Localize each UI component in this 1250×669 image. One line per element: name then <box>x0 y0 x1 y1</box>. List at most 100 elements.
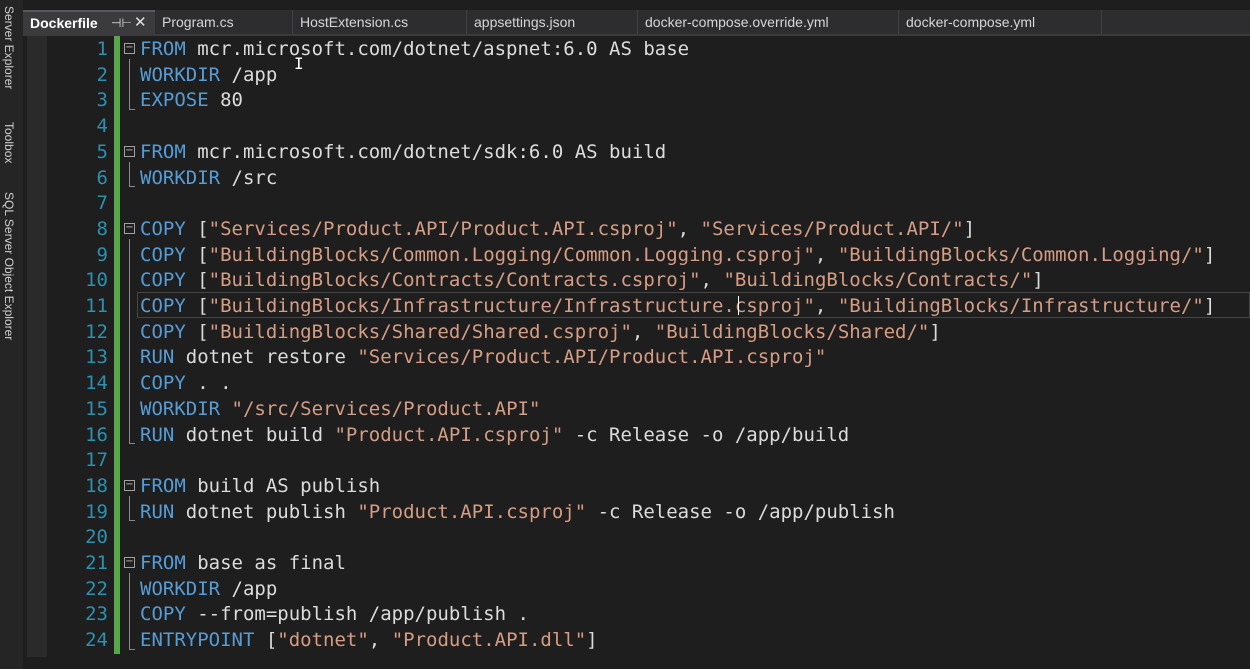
code-line[interactable]: 17 <box>0 447 1250 473</box>
collapse-icon[interactable]: − <box>124 222 135 234</box>
code-line[interactable]: 9 COPY ["BuildingBlocks/Common.Logging/Co… <box>0 242 1250 268</box>
line-code[interactable]: ENTRYPOINT ["dotnet", "Product.API.dll"] <box>140 627 598 653</box>
collapse-icon[interactable]: − <box>124 557 135 568</box>
outline-guide <box>129 496 130 520</box>
code-line[interactable]: 23 COPY --from=publish /app/publish . <box>0 601 1250 627</box>
line-number: 12 <box>85 320 108 343</box>
line-number: 4 <box>96 115 108 138</box>
text-token: ] <box>963 217 976 240</box>
code-line[interactable]: 15 WORKDIR "/src/Services/Product.API" <box>0 396 1250 422</box>
code-line[interactable]: 5 − FROM mcr.microsoft.com/dotnet/sdk:6.0 … <box>0 139 1250 165</box>
code-line[interactable]: 13 RUN dotnet restore "Services/Product.A… <box>0 344 1250 370</box>
code-line[interactable]: 6 WORKDIR /src <box>0 165 1250 191</box>
text-token: [ <box>185 320 209 343</box>
keyword-token: COPY <box>140 217 186 240</box>
line-code[interactable]: COPY ["BuildingBlocks/Contracts/Contract… <box>140 267 1044 293</box>
text-token: , <box>677 217 701 240</box>
text-caret <box>738 296 739 315</box>
line-code[interactable]: FROM base as final <box>140 550 346 576</box>
code-line[interactable]: 3 EXPOSE 80 <box>0 87 1250 113</box>
code-line[interactable]: 1 − FROM mcr.microsoft.com/dotnet/aspnet:6… <box>0 36 1250 62</box>
code-line[interactable]: 11 COPY ["BuildingBlocks/Infrastructure/I… <box>0 293 1250 319</box>
string-token: "BuildingBlocks/Shared/Shared.csproj" <box>208 320 632 343</box>
text-token: ] <box>586 629 598 652</box>
collapse-icon[interactable]: − <box>124 43 135 54</box>
text-token: ] <box>1203 243 1216 266</box>
line-code[interactable]: WORKDIR "/src/Services/Product.API" <box>140 396 540 422</box>
tab-docker-compose-override[interactable]: docker-compose.override.yml <box>638 10 899 34</box>
tab-program-cs[interactable]: Program.cs <box>155 10 293 34</box>
code-line[interactable]: 20 <box>0 524 1250 550</box>
line-code[interactable]: COPY --from=publish /app/publish . <box>140 601 529 627</box>
string-token: "/src/Services/Product.API" <box>231 397 541 420</box>
line-code[interactable]: RUN dotnet restore "Services/Product.API… <box>140 344 826 370</box>
code-line[interactable]: 16 RUN dotnet build "Product.API.csproj" … <box>0 422 1250 448</box>
line-code[interactable]: RUN dotnet build "Product.API.csproj" -c… <box>140 422 849 448</box>
code-line[interactable]: 7 <box>0 190 1250 216</box>
keyword-token: COPY <box>140 243 186 266</box>
collapse-icon[interactable]: − <box>124 145 135 157</box>
text-token: base as final <box>185 552 346 574</box>
text-token: mcr.microsoft.com/dotnet/aspnet:6.0 AS b… <box>185 38 690 60</box>
text-token: dotnet restore <box>174 346 358 369</box>
keyword-token: COPY <box>140 603 186 626</box>
keyword-token: WORKDIR <box>140 166 221 189</box>
line-number: 23 <box>85 603 108 626</box>
pin-icon[interactable]: ⊣⊢ <box>111 12 132 34</box>
code-line[interactable]: 10 COPY ["BuildingBlocks/Contracts/Contra… <box>0 267 1250 293</box>
code-line[interactable]: 19 RUN dotnet publish "Product.API.csproj… <box>0 499 1250 525</box>
line-code[interactable]: WORKDIR /src <box>140 165 277 191</box>
text-token: , <box>631 320 655 343</box>
line-number: 2 <box>96 63 108 86</box>
line-code[interactable]: WORKDIR /app <box>140 576 277 602</box>
line-code[interactable]: COPY . . <box>140 370 232 396</box>
line-number: 22 <box>85 577 108 600</box>
text-token: . . <box>185 372 232 395</box>
collapse-icon[interactable]: − <box>124 479 135 491</box>
string-token: "BuildingBlocks/Infrastructure/" <box>837 295 1204 317</box>
string-token: "BuildingBlocks/Contracts/Contracts.cspr… <box>208 269 701 292</box>
line-code[interactable]: COPY ["BuildingBlocks/Common.Logging/Com… <box>140 242 1215 268</box>
string-token: "BuildingBlocks/Common.Logging/Common.Lo… <box>208 243 815 266</box>
line-code[interactable]: FROM build AS publish <box>140 473 380 499</box>
text-token: /app <box>220 63 278 86</box>
line-code[interactable]: FROM mcr.microsoft.com/dotnet/sdk:6.0 AS… <box>140 139 666 165</box>
tab-docker-compose[interactable]: docker-compose.yml <box>899 10 1102 34</box>
line-code[interactable]: FROM mcr.microsoft.com/dotnet/aspnet:6.0… <box>140 36 689 62</box>
code-line[interactable]: 24 ENTRYPOINT ["dotnet", "Product.API.dll… <box>0 627 1250 653</box>
line-code[interactable]: EXPOSE 80 <box>140 87 243 113</box>
tab-hostextension-cs[interactable]: HostExtension.cs <box>293 10 467 34</box>
code-line[interactable]: 22 WORKDIR /app <box>0 576 1250 602</box>
code-line[interactable]: 2 WORKDIR /app <box>0 62 1250 88</box>
line-number: 19 <box>85 500 108 523</box>
line-code[interactable]: COPY ["BuildingBlocks/Shared/Shared.cspr… <box>140 319 941 345</box>
line-number: 3 <box>96 89 108 112</box>
tab-dockerfile[interactable]: Dockerfile ⊣⊢ ✕ <box>23 10 155 34</box>
line-number: 15 <box>85 397 108 420</box>
line-code[interactable]: WORKDIR /app <box>140 62 277 88</box>
code-line[interactable]: 14 COPY . . <box>0 370 1250 396</box>
string-token: "BuildingBlocks/Infrastructure/Infrastru… <box>208 295 815 317</box>
code-line[interactable]: 8 − COPY ["Services/Product.API/Product.AP… <box>0 216 1250 242</box>
close-icon[interactable]: ✕ <box>134 12 147 34</box>
line-number: 14 <box>85 372 108 395</box>
code-line[interactable]: 12 COPY ["BuildingBlocks/Shared/Shared.cs… <box>0 319 1250 345</box>
string-token: "Services/Product.API/" <box>700 217 964 240</box>
tab-label: docker-compose.override.yml <box>645 14 829 30</box>
keyword-token: ENTRYPOINT <box>140 629 255 652</box>
code-line[interactable]: 18 − FROM build AS publish <box>0 473 1250 499</box>
tab-label: HostExtension.cs <box>300 14 409 30</box>
text-token: -c Release -o /app/build <box>563 423 850 446</box>
line-code[interactable]: COPY ["BuildingBlocks/Infrastructure/Inf… <box>140 293 1215 319</box>
tab-appsettings-json[interactable]: appsettings.json <box>467 10 638 34</box>
line-number: 10 <box>85 269 108 292</box>
line-code[interactable]: RUN dotnet publish "Product.API.csproj" … <box>140 499 895 525</box>
text-token: /app <box>220 577 278 600</box>
line-code[interactable]: COPY ["Services/Product.API/Product.API.… <box>140 216 975 242</box>
keyword-token: COPY <box>140 320 186 343</box>
outline-guide-end <box>129 109 135 110</box>
code-line[interactable]: 4 <box>0 113 1250 139</box>
code-line[interactable]: 21 − FROM base as final <box>0 550 1250 576</box>
outline-guide-end <box>129 186 135 187</box>
